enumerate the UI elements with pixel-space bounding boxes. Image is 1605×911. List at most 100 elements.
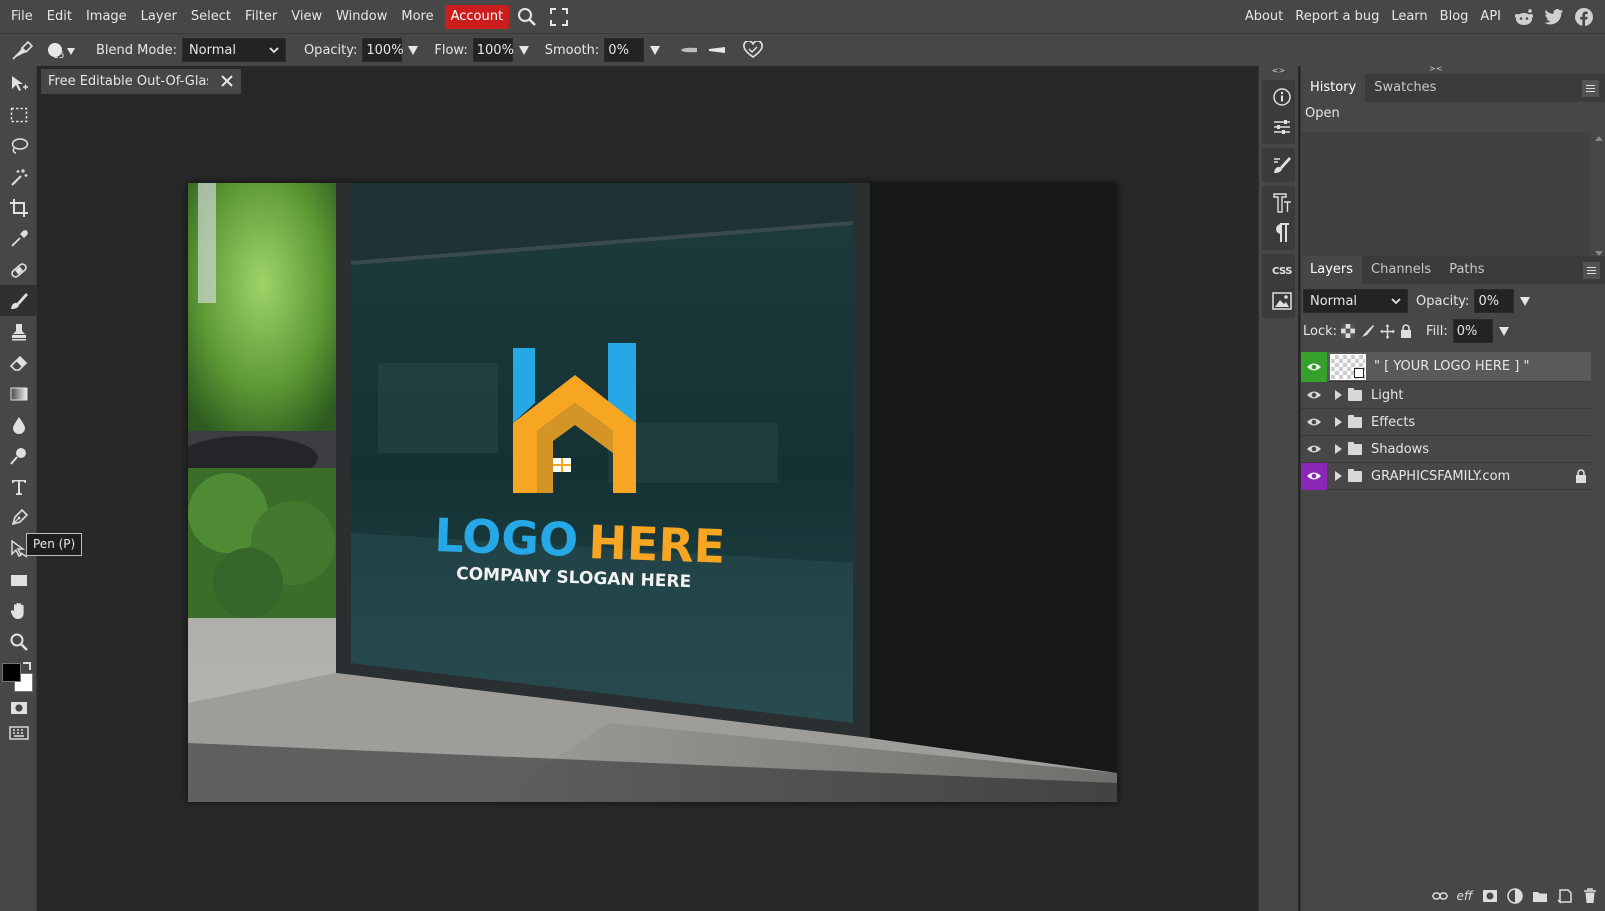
menu-layer[interactable]: Layer xyxy=(134,5,184,29)
account-button[interactable]: Account xyxy=(444,4,510,29)
api-link[interactable]: API xyxy=(1474,5,1507,29)
pressure-size-icon[interactable] xyxy=(676,46,702,54)
type-tool[interactable] xyxy=(0,471,37,502)
report-bug-link[interactable]: Report a bug xyxy=(1289,5,1385,29)
document-canvas[interactable]: LOGO HERE COMPANY SLOGAN HERE xyxy=(188,183,1117,802)
magic-wand-tool[interactable] xyxy=(0,161,37,192)
smooth-input[interactable]: 0% xyxy=(604,38,645,62)
symmetry-heart-icon[interactable] xyxy=(738,41,768,59)
swap-colors-icon[interactable] xyxy=(23,662,31,670)
info-icon[interactable] xyxy=(1262,82,1302,112)
add-mask-icon[interactable] xyxy=(1481,888,1498,905)
tab-channels[interactable]: Channels xyxy=(1362,256,1440,284)
blog-link[interactable]: Blog xyxy=(1434,5,1475,29)
eyedropper-tool[interactable] xyxy=(0,223,37,254)
menu-image[interactable]: Image xyxy=(79,5,134,29)
close-icon[interactable] xyxy=(219,73,235,89)
flow-dropdown-icon[interactable] xyxy=(518,45,529,55)
color-swatches[interactable] xyxy=(0,659,37,695)
new-group-icon[interactable] xyxy=(1531,888,1548,905)
layer-opacity-dropdown-icon[interactable] xyxy=(1520,296,1531,306)
smooth-dropdown-icon[interactable] xyxy=(650,45,661,55)
layer-row[interactable]: Light xyxy=(1301,382,1591,409)
expand-arrow-icon[interactable] xyxy=(1335,390,1342,400)
layer-row[interactable]: " [ YOUR LOGO HERE ] " xyxy=(1301,351,1591,382)
search-icon[interactable] xyxy=(513,5,541,29)
layer-thumbnail[interactable] xyxy=(1330,353,1366,380)
lock-transparency-icon[interactable] xyxy=(1341,324,1356,338)
menu-file[interactable]: File xyxy=(4,5,40,29)
lock-all-icon[interactable] xyxy=(1400,324,1412,338)
healing-brush-tool[interactable] xyxy=(0,254,37,285)
twitter-icon[interactable] xyxy=(1541,5,1567,29)
opacity-input[interactable]: 100% xyxy=(362,38,404,62)
reddit-icon[interactable] xyxy=(1511,5,1537,29)
crop-tool[interactable] xyxy=(0,192,37,223)
image-icon[interactable] xyxy=(1262,286,1302,316)
dodge-tool[interactable] xyxy=(0,440,37,471)
collapse-arrows-icon[interactable]: <> xyxy=(1259,66,1298,76)
zoom-tool[interactable] xyxy=(0,626,37,657)
tab-layers[interactable]: Layers xyxy=(1301,256,1363,284)
hand-tool[interactable] xyxy=(0,595,37,626)
flow-input[interactable]: 100% xyxy=(472,38,514,62)
expand-arrow-icon[interactable] xyxy=(1335,417,1342,427)
fullscreen-icon[interactable] xyxy=(545,5,573,29)
brush-tool[interactable] xyxy=(0,285,37,316)
expand-arrow-icon[interactable] xyxy=(1335,444,1342,454)
clone-stamp-tool[interactable] xyxy=(0,316,37,347)
brush-settings-icon[interactable] xyxy=(1262,150,1302,180)
facebook-icon[interactable] xyxy=(1571,5,1597,29)
visibility-eye-icon[interactable] xyxy=(1301,409,1327,436)
layer-row[interactable]: Effects xyxy=(1301,409,1591,436)
collapse-panel-arrows[interactable]: >< xyxy=(1429,64,1442,73)
layer-blend-select[interactable]: Normal xyxy=(1303,289,1408,313)
keyboard-tool[interactable] xyxy=(0,721,37,745)
menu-edit[interactable]: Edit xyxy=(40,5,79,29)
tab-paths[interactable]: Paths xyxy=(1440,256,1493,284)
new-layer-icon[interactable] xyxy=(1556,888,1573,905)
document-tab[interactable]: Free Editable Out-Of-Glass xyxy=(41,69,241,94)
visibility-eye-icon[interactable] xyxy=(1301,382,1327,409)
opacity-dropdown-icon[interactable] xyxy=(408,45,419,55)
menu-view[interactable]: View xyxy=(284,5,329,29)
layer-opacity-input[interactable]: 0% xyxy=(1474,289,1515,313)
lock-pixels-icon[interactable] xyxy=(1361,324,1375,338)
character-icon[interactable] xyxy=(1262,188,1302,218)
link-layers-icon[interactable] xyxy=(1431,888,1448,905)
blur-tool[interactable] xyxy=(0,409,37,440)
gradient-tool[interactable] xyxy=(0,378,37,409)
history-item[interactable]: Open xyxy=(1301,102,1605,126)
visibility-eye-icon[interactable] xyxy=(1301,436,1327,463)
pressure-opacity-icon[interactable] xyxy=(704,46,730,54)
visibility-eye-icon[interactable] xyxy=(1301,351,1327,382)
visibility-eye-icon[interactable] xyxy=(1301,462,1327,490)
move-tool[interactable] xyxy=(0,68,37,99)
lock-position-icon[interactable] xyxy=(1380,323,1396,339)
fill-dropdown-icon[interactable] xyxy=(1498,326,1509,336)
menu-filter[interactable]: Filter xyxy=(238,5,284,29)
layer-row[interactable]: GRAPHICSFAMILY.com xyxy=(1301,462,1591,490)
about-link[interactable]: About xyxy=(1239,5,1289,29)
layer-row[interactable]: Shadows xyxy=(1301,436,1591,463)
quick-mask-tool[interactable] xyxy=(0,695,37,721)
adjustment-layer-icon[interactable] xyxy=(1506,888,1523,905)
learn-link[interactable]: Learn xyxy=(1385,5,1433,29)
fill-input[interactable]: 0% xyxy=(1452,319,1493,343)
menu-more[interactable]: More xyxy=(394,5,440,29)
adjustments-icon[interactable] xyxy=(1262,112,1302,142)
tab-history[interactable]: History xyxy=(1301,74,1366,102)
blend-mode-select[interactable]: Normal xyxy=(181,38,286,62)
lasso-tool[interactable] xyxy=(0,130,37,161)
layer-effects-icon[interactable]: eff xyxy=(1456,888,1473,905)
brush-preset-picker[interactable]: 15 xyxy=(44,35,84,65)
pen-tool[interactable] xyxy=(0,502,37,533)
delete-layer-icon[interactable] xyxy=(1581,888,1598,905)
tab-swatches[interactable]: Swatches xyxy=(1365,74,1445,102)
menu-select[interactable]: Select xyxy=(184,5,238,29)
history-panel-menu-icon[interactable] xyxy=(1582,80,1599,97)
menu-window[interactable]: Window xyxy=(329,5,394,29)
css-icon[interactable]: CSS xyxy=(1262,256,1302,286)
paragraph-icon[interactable] xyxy=(1262,218,1302,248)
rectangle-tool[interactable] xyxy=(0,564,37,595)
